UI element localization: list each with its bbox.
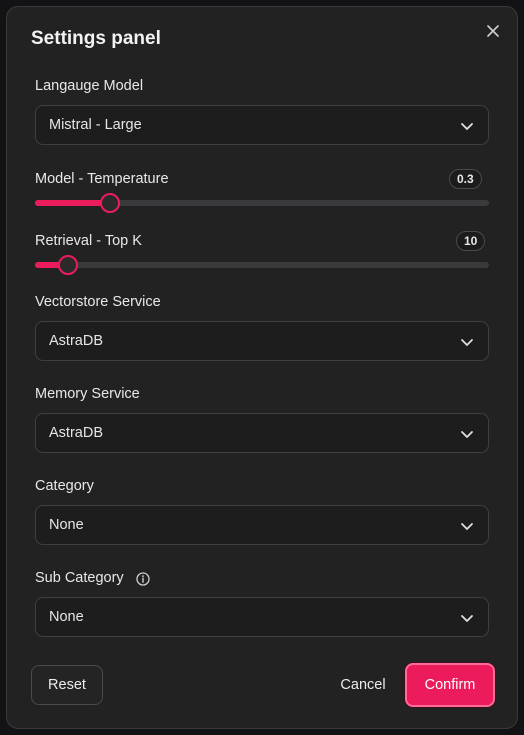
memory-value: AstraDB bbox=[49, 425, 103, 441]
chevron-down-icon bbox=[461, 339, 473, 346]
cancel-button[interactable]: Cancel bbox=[325, 665, 401, 705]
chevron-down-icon bbox=[461, 615, 473, 622]
vectorstore-select[interactable]: AstraDB bbox=[35, 321, 489, 361]
category-value: None bbox=[49, 517, 84, 533]
temperature-label: Model - Temperature bbox=[35, 171, 169, 187]
chevron-down-icon bbox=[461, 431, 473, 438]
category-label: Category bbox=[35, 478, 94, 494]
language-model-value: Mistral - Large bbox=[49, 117, 142, 133]
top-k-label: Retrieval - Top K bbox=[35, 233, 142, 249]
reset-button[interactable]: Reset bbox=[31, 665, 103, 705]
confirm-button[interactable]: Confirm bbox=[405, 663, 495, 707]
temperature-value-badge: 0.3 bbox=[449, 169, 482, 189]
temperature-slider-thumb[interactable] bbox=[99, 193, 120, 213]
chevron-down-icon bbox=[461, 123, 473, 130]
vectorstore-label: Vectorstore Service bbox=[35, 294, 161, 310]
top-k-value-badge: 10 bbox=[456, 231, 486, 251]
language-model-label: Langauge Model bbox=[35, 78, 144, 94]
temperature-slider[interactable] bbox=[35, 193, 489, 213]
info-icon[interactable] bbox=[136, 572, 150, 586]
close-icon bbox=[487, 25, 499, 37]
category-select[interactable]: None bbox=[35, 505, 489, 545]
vectorstore-value: AstraDB bbox=[49, 333, 103, 349]
top-k-slider[interactable] bbox=[35, 255, 489, 275]
panel-title: Settings panel bbox=[31, 28, 161, 49]
close-button[interactable] bbox=[483, 21, 503, 41]
sub-category-select[interactable]: None bbox=[35, 597, 489, 637]
memory-label: Memory Service bbox=[35, 386, 140, 402]
top-k-slider-thumb[interactable] bbox=[58, 255, 79, 275]
sub-category-label: Sub Category bbox=[35, 570, 124, 586]
memory-select[interactable]: AstraDB bbox=[35, 413, 489, 453]
temperature-slider-fill bbox=[35, 200, 110, 206]
settings-panel: Settings panel Langauge Model Mistral - … bbox=[6, 6, 518, 729]
language-model-select[interactable]: Mistral - Large bbox=[35, 105, 489, 145]
sub-category-value: None bbox=[49, 609, 84, 625]
chevron-down-icon bbox=[461, 523, 473, 530]
